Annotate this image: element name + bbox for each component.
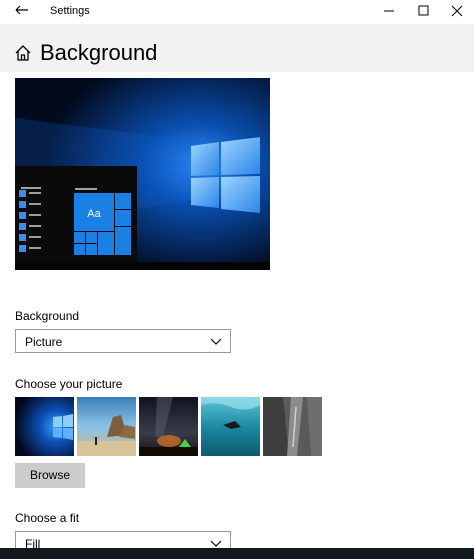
back-arrow-icon	[15, 5, 28, 15]
taskbar	[0, 548, 474, 559]
background-label: Background	[15, 309, 80, 323]
close-icon	[451, 5, 463, 17]
picture-thumbnails	[15, 397, 325, 457]
thumbnail-windows-hero[interactable]	[15, 397, 74, 456]
background-dropdown-value: Picture	[25, 335, 63, 349]
close-button[interactable]	[440, 0, 474, 24]
maximize-button[interactable]	[406, 0, 440, 24]
title-bar: Settings	[0, 0, 474, 24]
thumbnail-night-sky-tent[interactable]	[139, 397, 198, 456]
browse-button[interactable]: Browse	[15, 463, 85, 488]
window-title: Settings	[50, 5, 90, 17]
home-icon[interactable]	[14, 44, 32, 62]
thumbnail-rock-cliff[interactable]	[263, 397, 322, 456]
back-button[interactable]	[8, 2, 36, 22]
desktop-preview: Aa	[15, 78, 270, 270]
thumbnail-underwater-swimmer[interactable]	[201, 397, 260, 456]
maximize-icon	[418, 5, 429, 16]
page-title: Background	[40, 40, 158, 65]
choose-picture-label: Choose your picture	[15, 377, 123, 391]
minimize-button[interactable]	[372, 0, 406, 24]
choose-fit-label: Choose a fit	[15, 511, 80, 525]
minimize-icon	[384, 10, 394, 12]
chevron-down-icon	[210, 540, 222, 547]
background-dropdown[interactable]: Picture	[15, 329, 231, 353]
chevron-down-icon	[210, 338, 222, 345]
page-header: Background	[0, 24, 474, 72]
thumbnail-beach-rocks[interactable]	[77, 397, 136, 456]
preview-tile-text: Aa	[87, 208, 101, 220]
